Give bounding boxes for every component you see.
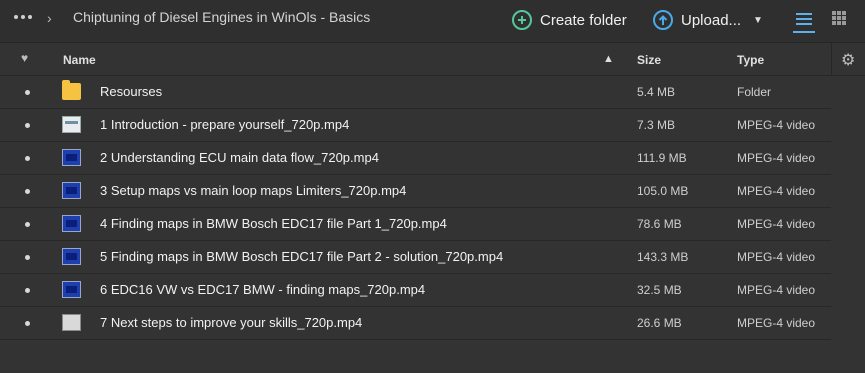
file-type: MPEG-4 video xyxy=(737,151,816,165)
favorite-dot-icon[interactable] xyxy=(25,90,30,95)
video-thumbnail-icon xyxy=(62,248,81,265)
chevron-right-icon: › xyxy=(47,10,52,26)
table-row[interactable]: 2 Understanding ECU main data flow_720p.… xyxy=(0,142,831,175)
file-name[interactable]: Resourses xyxy=(100,84,162,99)
table-row[interactable]: 1 Introduction - prepare yourself_720p.m… xyxy=(0,109,831,142)
file-size: 78.6 MB xyxy=(637,217,682,231)
video-thumbnail-icon xyxy=(62,281,81,298)
file-name[interactable]: 6 EDC16 VW vs EDC17 BMW - finding maps_7… xyxy=(100,282,425,297)
create-folder-label: Create folder xyxy=(540,11,627,29)
upload-label: Upload... xyxy=(681,11,742,29)
more-options-icon[interactable] xyxy=(14,15,32,19)
table-header: ♥ Name ▲ Size Type ⚙ xyxy=(0,43,865,76)
heart-icon[interactable]: ♥ xyxy=(21,51,28,65)
list-view-icon[interactable] xyxy=(793,9,815,33)
table-row[interactable]: 7 Next steps to improve your skills_720p… xyxy=(0,307,831,340)
file-name[interactable]: 3 Setup maps vs main loop maps Limiters_… xyxy=(100,183,406,198)
upload-arrow-icon xyxy=(653,10,673,30)
file-size: 143.3 MB xyxy=(637,250,689,264)
file-name[interactable]: 1 Introduction - prepare yourself_720p.m… xyxy=(100,117,349,132)
file-type: MPEG-4 video xyxy=(737,184,816,198)
file-name[interactable]: 2 Understanding ECU main data flow_720p.… xyxy=(100,150,379,165)
file-list: Resourses 5.4 MB Folder 1 Introduction -… xyxy=(0,76,831,340)
favorite-dot-icon[interactable] xyxy=(25,156,30,161)
favorite-dot-icon[interactable] xyxy=(25,255,30,260)
table-row[interactable]: 4 Finding maps in BMW Bosch EDC17 file P… xyxy=(0,208,831,241)
file-type: MPEG-4 video xyxy=(737,250,816,264)
sort-ascending-icon[interactable]: ▲ xyxy=(603,53,614,65)
video-thumbnail-icon xyxy=(62,314,81,331)
video-thumbnail-icon xyxy=(62,215,81,232)
video-thumbnail-icon xyxy=(62,182,81,199)
favorite-dot-icon[interactable] xyxy=(25,222,30,227)
chevron-down-icon[interactable]: ▼ xyxy=(753,15,763,26)
file-size: 32.5 MB xyxy=(637,283,682,297)
file-type: MPEG-4 video xyxy=(737,118,816,132)
file-size: 105.0 MB xyxy=(637,184,689,198)
folder-icon xyxy=(62,80,81,100)
file-name[interactable]: 4 Finding maps in BMW Bosch EDC17 file P… xyxy=(100,216,447,231)
video-thumbnail-icon xyxy=(62,149,81,166)
column-header-size[interactable]: Size xyxy=(637,53,661,67)
table-row[interactable]: 5 Finding maps in BMW Bosch EDC17 file P… xyxy=(0,241,831,274)
upload-button[interactable]: Upload... ▼ xyxy=(653,6,763,34)
plus-circle-icon xyxy=(512,10,532,30)
file-size: 5.4 MB xyxy=(637,85,676,99)
file-name[interactable]: 7 Next steps to improve your skills_720p… xyxy=(100,315,362,330)
file-type: MPEG-4 video xyxy=(737,316,816,330)
file-name[interactable]: 5 Finding maps in BMW Bosch EDC17 file P… xyxy=(100,249,503,264)
file-size: 7.3 MB xyxy=(637,118,676,132)
file-type: MPEG-4 video xyxy=(737,217,816,231)
create-folder-button[interactable]: Create folder xyxy=(512,6,627,34)
video-thumbnail-icon xyxy=(62,116,81,133)
file-type: MPEG-4 video xyxy=(737,283,816,297)
top-toolbar: › Chiptuning of Diesel Engines in WinOls… xyxy=(0,0,865,43)
column-header-type[interactable]: Type xyxy=(737,53,764,67)
file-type: Folder xyxy=(737,85,772,99)
settings-area: ⚙ xyxy=(831,43,865,75)
favorite-dot-icon[interactable] xyxy=(25,123,30,128)
favorite-dot-icon[interactable] xyxy=(25,189,30,194)
table-row[interactable]: Resourses 5.4 MB Folder xyxy=(0,76,831,109)
column-header-name[interactable]: Name xyxy=(63,53,96,67)
table-row[interactable]: 6 EDC16 VW vs EDC17 BMW - finding maps_7… xyxy=(0,274,831,307)
file-size: 26.6 MB xyxy=(637,316,682,330)
favorite-dot-icon[interactable] xyxy=(25,321,30,326)
favorite-dot-icon[interactable] xyxy=(25,288,30,293)
breadcrumb-title[interactable]: Chiptuning of Diesel Engines in WinOls -… xyxy=(73,9,370,25)
gear-icon[interactable]: ⚙ xyxy=(841,50,855,70)
grid-view-icon[interactable] xyxy=(832,11,846,25)
file-size: 111.9 MB xyxy=(637,151,687,165)
table-row[interactable]: 3 Setup maps vs main loop maps Limiters_… xyxy=(0,175,831,208)
